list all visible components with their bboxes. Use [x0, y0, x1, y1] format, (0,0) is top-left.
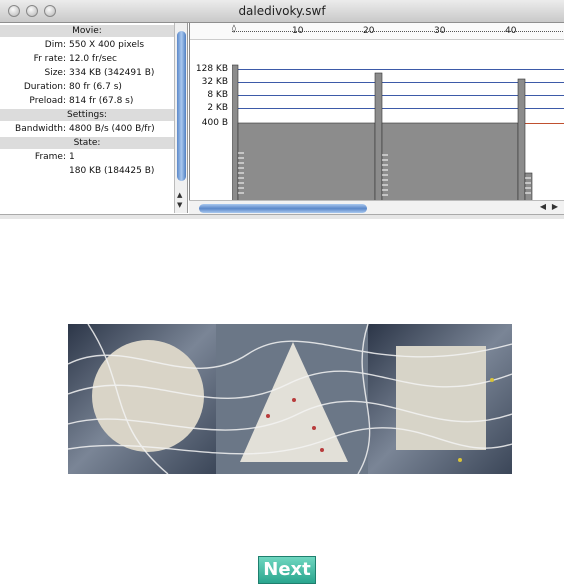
info-row-dim: Dim: 550 X 400 pixels: [0, 39, 174, 51]
scroll-down-icon[interactable]: ▼: [177, 201, 182, 209]
bandwidth-graph: ◊ 10 20 30 40 128 KB 32 KB 8 KB 2 KB 400…: [189, 23, 564, 213]
frame-bar: [232, 64, 239, 201]
info-row-frame-rate: Fr rate: 12.0 fr/sec: [0, 53, 174, 65]
scroll-thumb[interactable]: [199, 204, 367, 213]
info-value: 4800 B/s (400 B/fr): [69, 124, 155, 134]
info-value: 1: [69, 152, 75, 162]
scroll-right-icon[interactable]: ▶: [552, 202, 558, 211]
info-value: 180 KB (184425 B): [69, 166, 155, 176]
window-title: daledivoky.swf: [238, 4, 326, 18]
movie-header: Movie:: [0, 25, 174, 37]
frame-bar-group: [237, 122, 376, 201]
y-label: 32 KB: [201, 77, 228, 87]
ruler-tick: 20: [363, 26, 375, 36]
info-label: Fr rate:: [33, 54, 66, 64]
info-row-preload: Preload: 814 fr (67.8 s): [0, 95, 174, 107]
playhead-icon[interactable]: ◊: [232, 24, 236, 33]
info-label: Preload:: [29, 96, 66, 106]
frame-size-bars: [232, 64, 533, 201]
info-row-bandwidth: Bandwidth: 4800 B/s (400 B/fr): [0, 123, 174, 135]
y-label: 400 B: [201, 118, 228, 128]
frame-bar: [524, 172, 533, 201]
settings-header: Settings:: [0, 109, 174, 121]
ruler-tick: 40: [505, 26, 517, 36]
info-row-duration: Duration: 80 fr (6.7 s): [0, 81, 174, 93]
info-value: 814 fr (67.8 s): [69, 96, 134, 106]
info-label: Frame:: [34, 152, 66, 162]
frame-bar: [517, 78, 526, 201]
info-label: Duration:: [23, 82, 66, 92]
scroll-left-icon[interactable]: ◀: [540, 202, 546, 211]
frame-bar: [374, 72, 383, 201]
info-label: Size:: [44, 68, 66, 78]
profiler-info-panel: Movie: Dim: 550 X 400 pixels Fr rate: 12…: [0, 23, 174, 213]
info-value: 80 fr (6.7 s): [69, 82, 122, 92]
scroll-up-icon[interactable]: ▲: [177, 191, 182, 199]
ruler-tick: 30: [434, 26, 446, 36]
next-button[interactable]: Next: [258, 556, 316, 584]
scroll-thumb[interactable]: [177, 31, 186, 181]
info-row-frame-size: 180 KB (184425 B): [0, 165, 174, 177]
info-label: Dim:: [44, 40, 66, 50]
y-label: 128 KB: [195, 64, 228, 74]
title-bar: daledivoky.swf: [0, 0, 564, 23]
y-label: 8 KB: [207, 90, 228, 100]
frame-ruler[interactable]: ◊ 10 20 30 40: [190, 23, 564, 40]
info-value: 12.0 fr/sec: [69, 54, 117, 64]
info-row-size: Size: 334 KB (342491 B): [0, 67, 174, 79]
state-header: State:: [0, 137, 174, 149]
info-row-frame: Frame: 1: [0, 151, 174, 163]
info-label: Bandwidth:: [15, 124, 66, 134]
frame-bar-group: [381, 122, 519, 201]
info-value: 550 X 400 pixels: [69, 40, 145, 50]
movie-stage: Next: [0, 219, 564, 584]
info-vertical-scrollbar[interactable]: ▲ ▼: [174, 23, 188, 213]
ruler-tick: 10: [292, 26, 304, 36]
graph-horizontal-scrollbar[interactable]: ◀ ▶: [189, 200, 564, 215]
info-value: 334 KB (342491 B): [69, 68, 155, 78]
y-label: 2 KB: [207, 103, 228, 113]
artwork-image: [67, 323, 513, 475]
